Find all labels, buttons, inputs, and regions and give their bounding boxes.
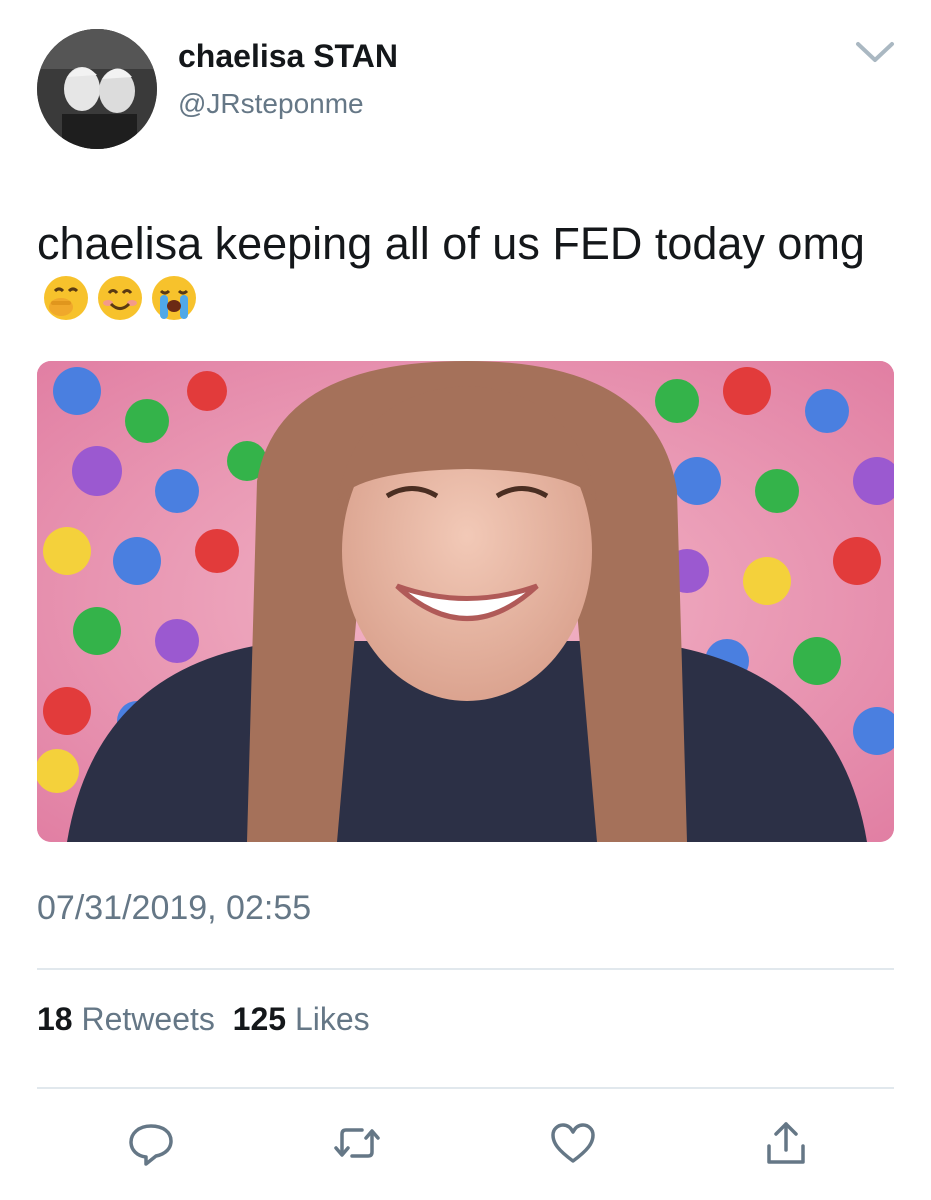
avatar[interactable]	[37, 29, 157, 149]
user-handle[interactable]: @JRsteponme	[178, 88, 364, 120]
face-with-hand-over-mouth-icon	[41, 273, 91, 323]
tweet-text: chaelisa keeping all of us FED today omg	[37, 216, 897, 328]
divider	[37, 1087, 894, 1089]
reply-icon[interactable]	[126, 1118, 176, 1168]
like-icon[interactable]	[548, 1118, 598, 1168]
tweet-stats: 18 Retweets 125 Likes	[37, 1001, 370, 1038]
retweet-icon[interactable]	[332, 1118, 382, 1168]
likes-stat[interactable]: 125 Likes	[233, 1001, 370, 1037]
tweet-text-body: chaelisa keeping all of us FED today omg	[37, 218, 865, 269]
tweet-photo[interactable]	[37, 361, 894, 842]
retweets-label: Retweets	[81, 1001, 215, 1037]
divider	[37, 968, 894, 970]
loudly-crying-face-icon	[149, 273, 199, 323]
likes-label: Likes	[294, 1001, 370, 1037]
likes-count: 125	[232, 1001, 287, 1037]
retweets-count: 18	[37, 1001, 73, 1037]
smiling-face-icon	[95, 273, 145, 323]
retweets-stat[interactable]: 18 Retweets	[37, 1001, 215, 1037]
share-icon[interactable]	[761, 1118, 811, 1168]
tweet-timestamp: 07/31/2019, 02:55	[37, 889, 312, 927]
display-name[interactable]: chaelisa STAN	[178, 38, 398, 75]
chevron-down-icon[interactable]	[852, 36, 898, 66]
